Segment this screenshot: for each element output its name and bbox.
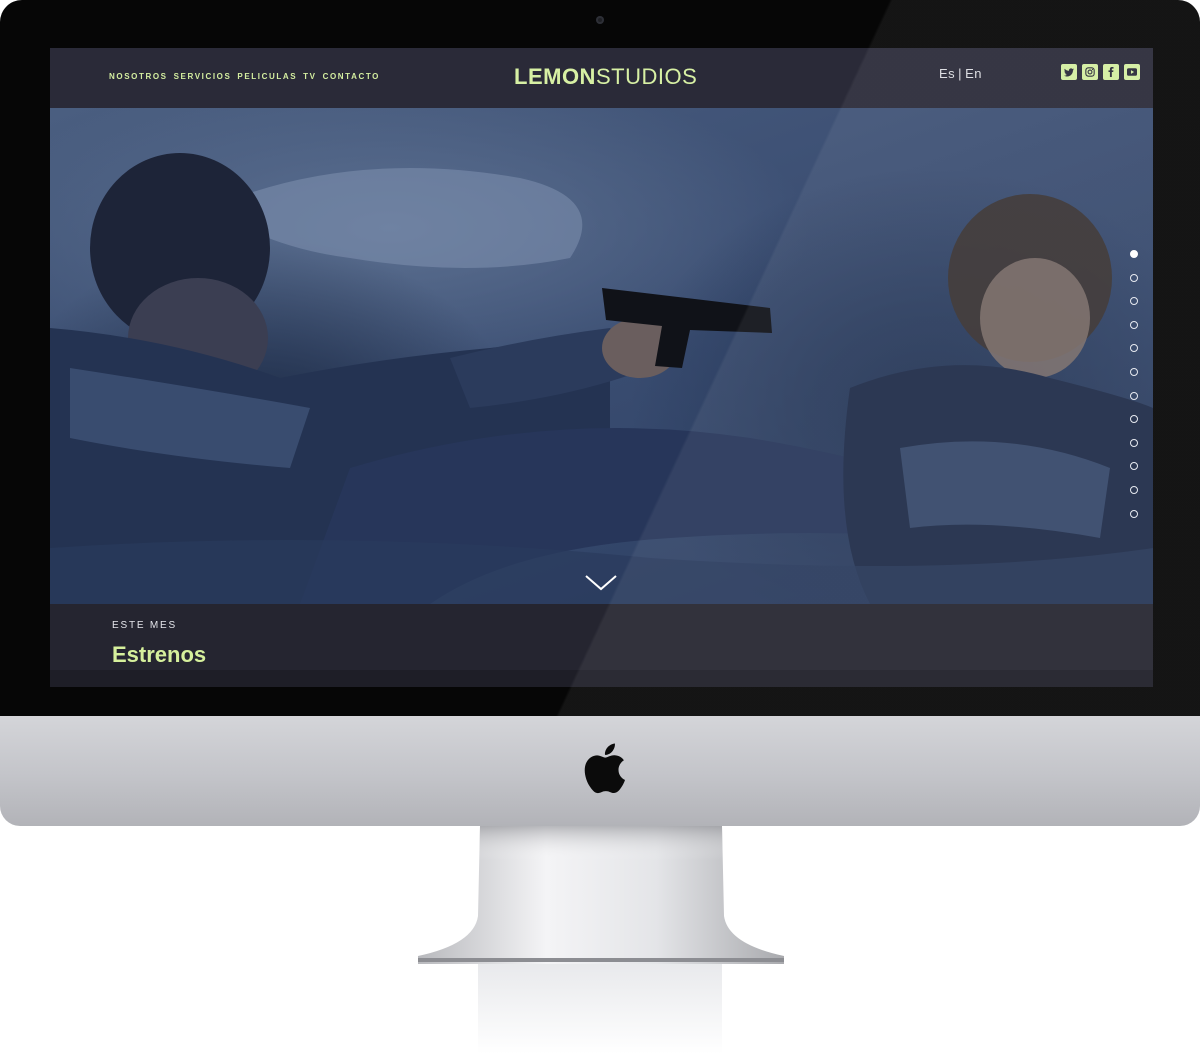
slide-dot-10[interactable] (1130, 462, 1138, 471)
slide-dot-1[interactable] (1130, 250, 1138, 258)
nav-item-contacto[interactable]: CONTACTO (323, 72, 380, 81)
youtube-icon[interactable] (1124, 64, 1140, 80)
apple-logo-icon (584, 743, 625, 794)
chevron-down-icon[interactable] (584, 574, 618, 592)
slide-dot-8[interactable] (1130, 415, 1138, 424)
slide-dot-6[interactable] (1130, 367, 1138, 376)
facebook-icon[interactable] (1103, 64, 1119, 80)
section-title: Estrenos (112, 642, 207, 667)
slide-pagination (1130, 250, 1138, 518)
hero-slide-image (50, 108, 1153, 604)
website-screen: NOSOTROS SERVICIOS PELICULAS TV CONTACTO… (50, 48, 1153, 687)
slide-dot-4[interactable] (1130, 320, 1138, 329)
instagram-icon[interactable] (1082, 64, 1098, 80)
lang-separator: | (958, 66, 963, 81)
hero-scene (50, 153, 1153, 604)
section-divider (50, 670, 1153, 687)
logo-light-text: STUDIOS (595, 64, 698, 89)
nav-item-peliculas[interactable]: PELICULAS (237, 72, 297, 81)
slide-dot-2[interactable] (1130, 273, 1138, 282)
slide-dot-9[interactable] (1130, 438, 1138, 447)
language-switcher: Es | En (939, 66, 982, 81)
slide-dot-7[interactable] (1130, 391, 1138, 400)
main-nav: NOSOTROS SERVICIOS PELICULAS TV CONTACTO (109, 72, 380, 81)
header-bar: NOSOTROS SERVICIOS PELICULAS TV CONTACTO… (50, 48, 1153, 108)
site-logo[interactable]: LEMONSTUDIOS (514, 64, 697, 90)
camera-icon (596, 16, 604, 24)
section-kicker: ESTE MES (112, 620, 177, 631)
slide-dot-5[interactable] (1130, 344, 1138, 353)
slide-dot-3[interactable] (1130, 297, 1138, 306)
slide-dot-12[interactable] (1130, 509, 1138, 518)
imac-stand (418, 826, 784, 964)
stand-reflection (478, 964, 722, 1054)
twitter-icon[interactable] (1061, 64, 1077, 80)
logo-bold-text: LEMON (514, 64, 596, 89)
social-links (1061, 64, 1140, 80)
lang-en-link[interactable]: En (965, 66, 982, 81)
nav-item-servicios[interactable]: SERVICIOS (174, 72, 232, 81)
nav-item-nosotros[interactable]: NOSOTROS (109, 72, 168, 81)
lang-es-link[interactable]: Es (939, 66, 955, 81)
nav-item-tv[interactable]: TV (303, 72, 316, 81)
releases-section: ESTE MES Estrenos (50, 604, 1153, 687)
slide-dot-11[interactable] (1130, 485, 1138, 494)
